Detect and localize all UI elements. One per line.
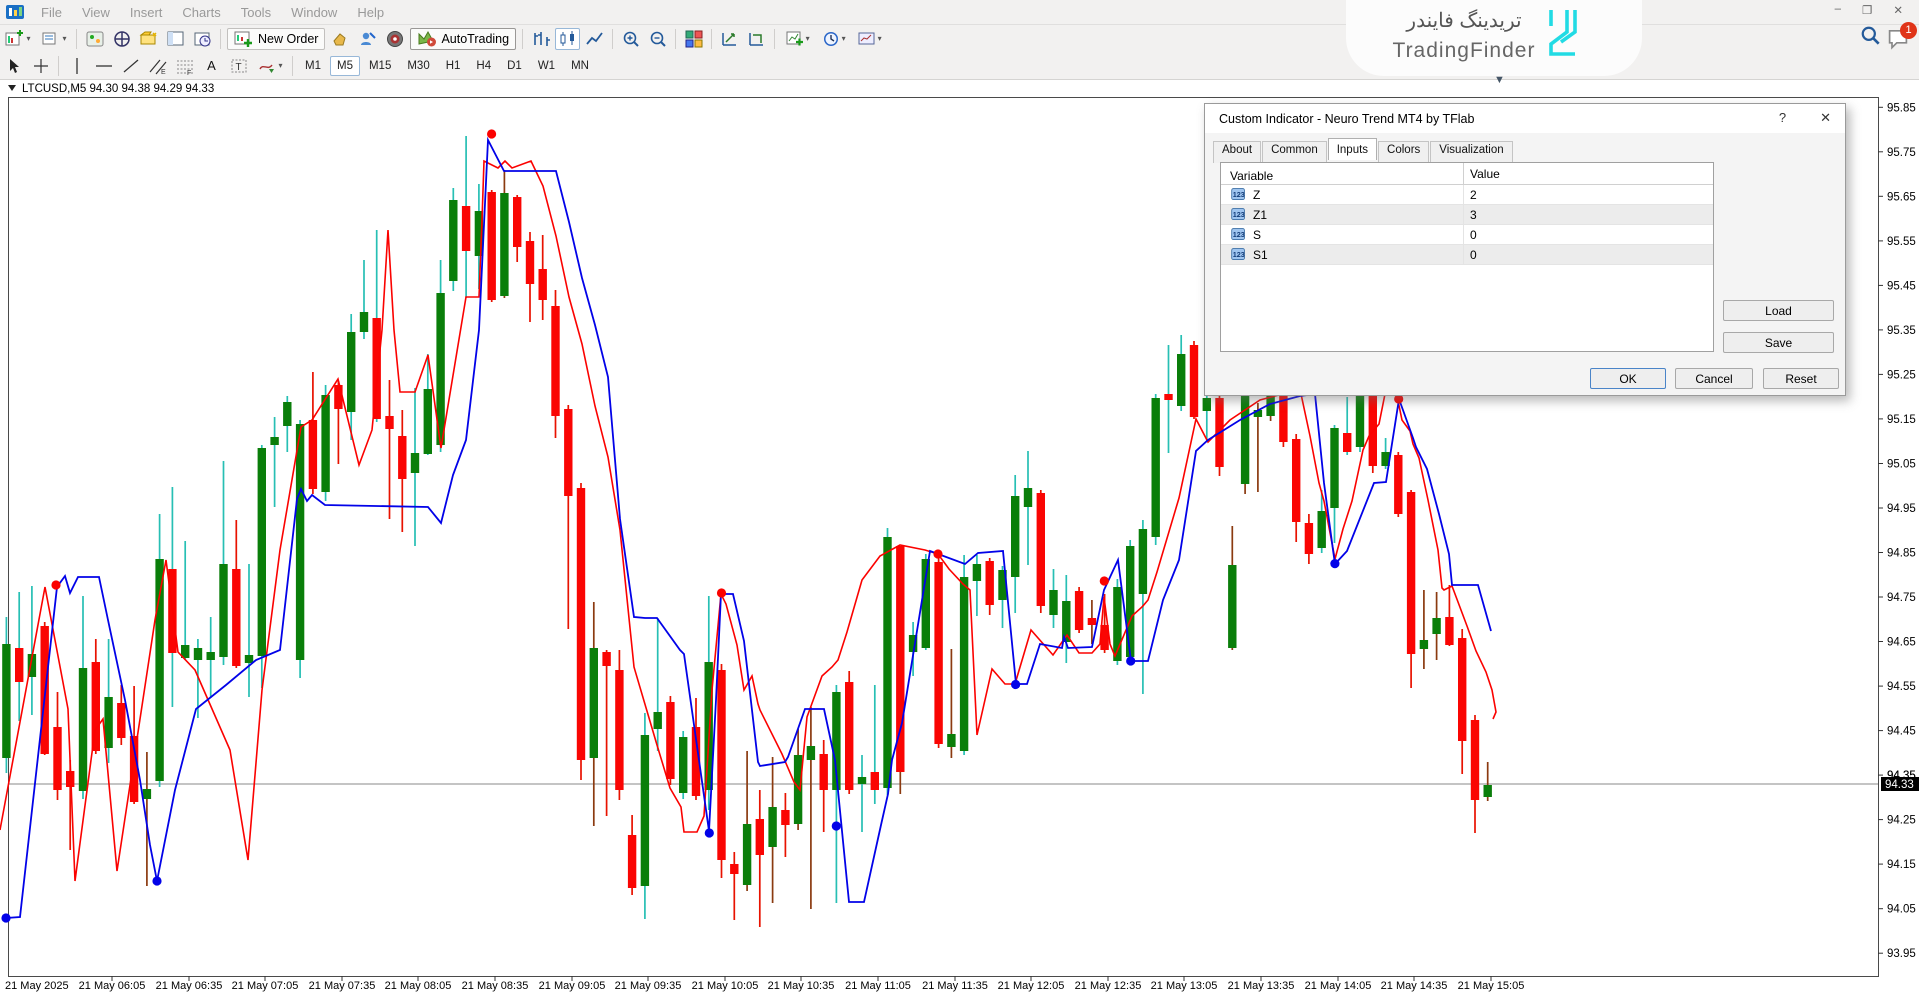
svg-text:95.85: 95.85	[1887, 102, 1916, 114]
svg-text:21 May 06:35: 21 May 06:35	[156, 980, 223, 992]
svg-text:94.45: 94.45	[1887, 726, 1916, 738]
svg-text:LTCUSD,M5 94.30 94.38 94.29 9: LTCUSD,M5 94.30 94.38 94.29 94.33	[22, 83, 214, 95]
svg-text:95.45: 95.45	[1887, 280, 1916, 292]
svg-text:94.55: 94.55	[1887, 681, 1916, 693]
svg-text:21 May 14:05: 21 May 14:05	[1305, 980, 1372, 992]
svg-text:94.75: 94.75	[1887, 592, 1916, 604]
svg-text:21 May 11:35: 21 May 11:35	[922, 980, 988, 992]
svg-text:21 May 11:05: 21 May 11:05	[845, 980, 911, 992]
svg-text:94.95: 94.95	[1887, 503, 1916, 515]
svg-text:94.05: 94.05	[1887, 904, 1916, 916]
svg-text:123: 123	[1233, 210, 1245, 219]
svg-text:21 May 07:35: 21 May 07:35	[309, 980, 376, 992]
svg-text:21 May 08:35: 21 May 08:35	[462, 980, 529, 992]
svg-text:95.65: 95.65	[1887, 191, 1916, 203]
svg-text:93.95: 93.95	[1887, 948, 1916, 960]
svg-text:95.75: 95.75	[1887, 147, 1916, 159]
svg-text:F: F	[187, 70, 191, 76]
svg-text:94.25: 94.25	[1887, 815, 1916, 827]
svg-text:21 May 12:35: 21 May 12:35	[1075, 980, 1142, 992]
svg-text:21 May 13:05: 21 May 13:05	[1151, 980, 1218, 992]
svg-text:21 May 09:05: 21 May 09:05	[539, 980, 606, 992]
svg-text:T: T	[235, 62, 241, 73]
svg-text:21 May 10:05: 21 May 10:05	[692, 980, 759, 992]
svg-text:94.65: 94.65	[1887, 637, 1916, 649]
svg-text:123: 123	[1233, 230, 1245, 239]
svg-text:21 May 08:05: 21 May 08:05	[385, 980, 452, 992]
svg-text:123: 123	[1233, 250, 1245, 259]
svg-text:95.15: 95.15	[1887, 414, 1916, 426]
svg-text:95.05: 95.05	[1887, 459, 1916, 471]
svg-text:21 May 13:35: 21 May 13:35	[1228, 980, 1295, 992]
svg-text:94.85: 94.85	[1887, 548, 1916, 560]
svg-text:21 May 07:05: 21 May 07:05	[232, 980, 299, 992]
svg-text:94.15: 94.15	[1887, 859, 1916, 871]
svg-text:21 May 15:05: 21 May 15:05	[1458, 980, 1525, 992]
svg-text:21 May 10:35: 21 May 10:35	[768, 980, 835, 992]
svg-text:95.35: 95.35	[1887, 325, 1916, 337]
svg-text:95.25: 95.25	[1887, 369, 1916, 381]
svg-text:123: 123	[1233, 190, 1245, 199]
svg-text:21 May 14:35: 21 May 14:35	[1381, 980, 1448, 992]
svg-text:94.33: 94.33	[1885, 779, 1914, 791]
svg-text:21 May 12:05: 21 May 12:05	[998, 980, 1065, 992]
svg-text:21 May 06:05: 21 May 06:05	[79, 980, 146, 992]
svg-text:E: E	[161, 69, 166, 76]
svg-text:21 May 09:35: 21 May 09:35	[615, 980, 682, 992]
svg-text:95.55: 95.55	[1887, 236, 1916, 248]
svg-text:21 May 2025: 21 May 2025	[5, 980, 69, 992]
